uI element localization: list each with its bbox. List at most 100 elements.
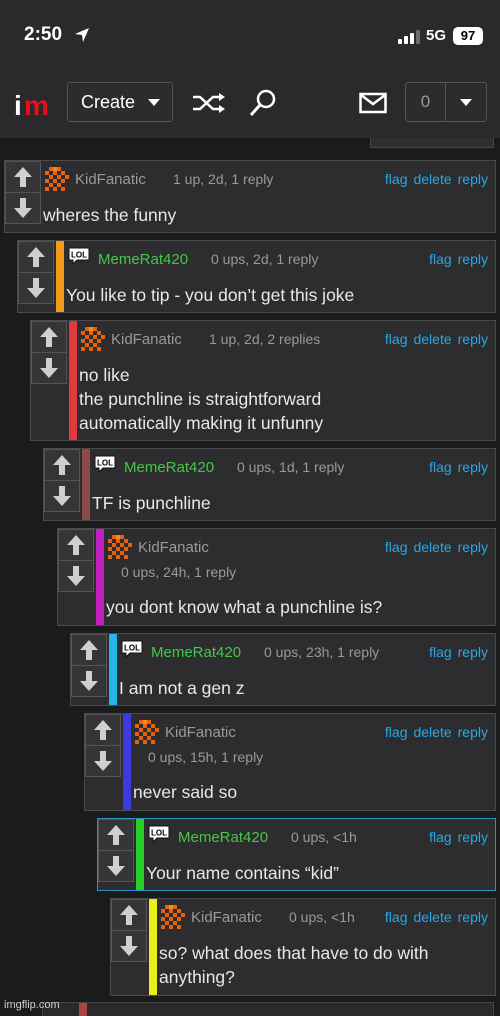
comment: LOL MemeRat420 0 ups, 23h, 1 reply flag repl… [70, 633, 496, 706]
upvote-button[interactable] [18, 241, 54, 273]
lol-badge-icon[interactable]: LOL [121, 640, 143, 658]
arrow-up-icon [107, 825, 125, 845]
flag-link[interactable]: flag [429, 459, 452, 475]
downvote-button[interactable] [98, 850, 134, 882]
upvote-button[interactable] [5, 161, 41, 193]
shuffle-icon[interactable] [191, 92, 227, 114]
upvote-button[interactable] [98, 819, 134, 851]
comment-username[interactable]: KidFanatic [165, 724, 236, 741]
downvote-button[interactable] [111, 930, 147, 962]
flag-link[interactable]: flag [385, 909, 408, 925]
create-button[interactable]: Create [67, 82, 173, 122]
downvote-button[interactable] [58, 560, 94, 592]
comment-username[interactable]: MemeRat420 [178, 829, 268, 846]
flag-link[interactable]: flag [385, 171, 408, 187]
comment-actions: flag delete reply [379, 331, 488, 347]
reply-link[interactable]: reply [458, 829, 488, 845]
imgflip-logo[interactable]: im [14, 88, 54, 120]
comment-username[interactable]: MemeRat420 [98, 251, 188, 268]
vote-controls [98, 819, 134, 883]
arrow-down-icon [40, 358, 58, 378]
reply-link[interactable]: reply [458, 251, 488, 267]
downvote-button[interactable] [5, 192, 41, 224]
comment-text: TF is punchline [92, 493, 211, 513]
comment-meta: 0 ups, <1h [291, 829, 357, 845]
chevron-down-icon [148, 99, 160, 106]
comment-text: anything? [159, 967, 235, 987]
upvote-button[interactable] [85, 714, 121, 746]
comment-actions: flag reply [423, 459, 488, 475]
flag-link[interactable]: flag [385, 539, 408, 555]
upvote-button[interactable] [111, 899, 147, 931]
create-button-label: Create [81, 92, 136, 112]
comment: KidFanatic 1 up, 2d, 1 reply flag delete rep… [4, 160, 496, 233]
vote-controls [18, 241, 54, 305]
lol-badge-icon[interactable]: LOL [68, 247, 90, 265]
flag-link[interactable]: flag [385, 331, 408, 347]
upvote-button[interactable] [44, 449, 80, 481]
upvote-button[interactable] [31, 321, 67, 353]
reply-depth-bar [96, 529, 104, 625]
flag-link[interactable]: flag [429, 251, 452, 267]
comment-username[interactable]: MemeRat420 [124, 459, 214, 476]
arrow-down-icon [94, 751, 112, 771]
delete-link[interactable]: delete [413, 539, 451, 555]
comment-username[interactable]: KidFanatic [111, 331, 182, 348]
search-icon[interactable] [248, 88, 278, 118]
downvote-button[interactable] [44, 480, 80, 512]
lol-badge-icon[interactable]: LOL [94, 455, 116, 473]
delete-link[interactable]: delete [413, 724, 451, 740]
delete-link[interactable]: delete [413, 909, 451, 925]
reply-link[interactable]: reply [458, 331, 488, 347]
comment-text: Your name contains “kid” [146, 863, 339, 883]
upvote-button[interactable] [58, 529, 94, 561]
comment-username[interactable]: KidFanatic [191, 909, 262, 926]
comment-username[interactable]: KidFanatic [75, 171, 146, 188]
comment-actions: flag delete reply [379, 539, 488, 555]
downvote-button[interactable] [18, 272, 54, 304]
comment-actions: flag reply [423, 644, 488, 660]
notifications-dropdown[interactable]: 0 [405, 82, 487, 122]
comment-text: no like [79, 365, 130, 385]
downvote-button[interactable] [85, 745, 121, 777]
comment-meta: 1 up, 2d, 1 reply [173, 171, 274, 187]
arrow-down-icon [67, 566, 85, 586]
vote-controls [44, 449, 80, 513]
mail-icon[interactable] [359, 92, 387, 114]
reply-link[interactable]: reply [458, 539, 488, 555]
reply-link[interactable]: reply [458, 644, 488, 660]
arrow-down-icon [120, 936, 138, 956]
arrow-up-icon [27, 247, 45, 267]
comment: LOL MemeRat420 0 ups, 2d, 1 reply flag reply… [17, 240, 496, 313]
delete-link[interactable]: delete [413, 171, 451, 187]
user-avatar-icon[interactable] [135, 720, 159, 744]
comment-username[interactable]: MemeRat420 [151, 644, 241, 661]
upvote-button[interactable] [71, 634, 107, 666]
flag-link[interactable]: flag [429, 829, 452, 845]
arrow-up-icon [53, 455, 71, 475]
user-avatar-icon[interactable] [108, 535, 132, 559]
chevron-down-icon [460, 99, 472, 106]
comment-meta: 0 ups, 23h, 1 reply [264, 644, 380, 660]
user-avatar-icon[interactable] [81, 327, 105, 351]
downvote-button[interactable] [71, 665, 107, 697]
reply-link[interactable]: reply [458, 724, 488, 740]
arrow-down-icon [80, 671, 98, 691]
reply-link[interactable]: reply [458, 909, 488, 925]
delete-link[interactable]: delete [413, 331, 451, 347]
reply-link[interactable]: reply [458, 171, 488, 187]
user-avatar-icon[interactable] [45, 167, 69, 191]
user-avatar-icon[interactable] [161, 905, 185, 929]
reply-link[interactable]: reply [458, 459, 488, 475]
comment-actions: flag delete reply [379, 909, 488, 925]
comment-meta: 0 ups, 1d, 1 reply [237, 459, 345, 475]
lol-badge-icon[interactable]: LOL [148, 825, 170, 843]
comment-username[interactable]: KidFanatic [138, 539, 209, 556]
reply-depth-bar [69, 321, 77, 440]
arrow-down-icon [14, 198, 32, 218]
flag-link[interactable]: flag [385, 724, 408, 740]
flag-link[interactable]: flag [429, 644, 452, 660]
svg-text:LOL: LOL [97, 459, 113, 468]
downvote-button[interactable] [31, 352, 67, 384]
svg-text:LOL: LOL [151, 829, 167, 838]
